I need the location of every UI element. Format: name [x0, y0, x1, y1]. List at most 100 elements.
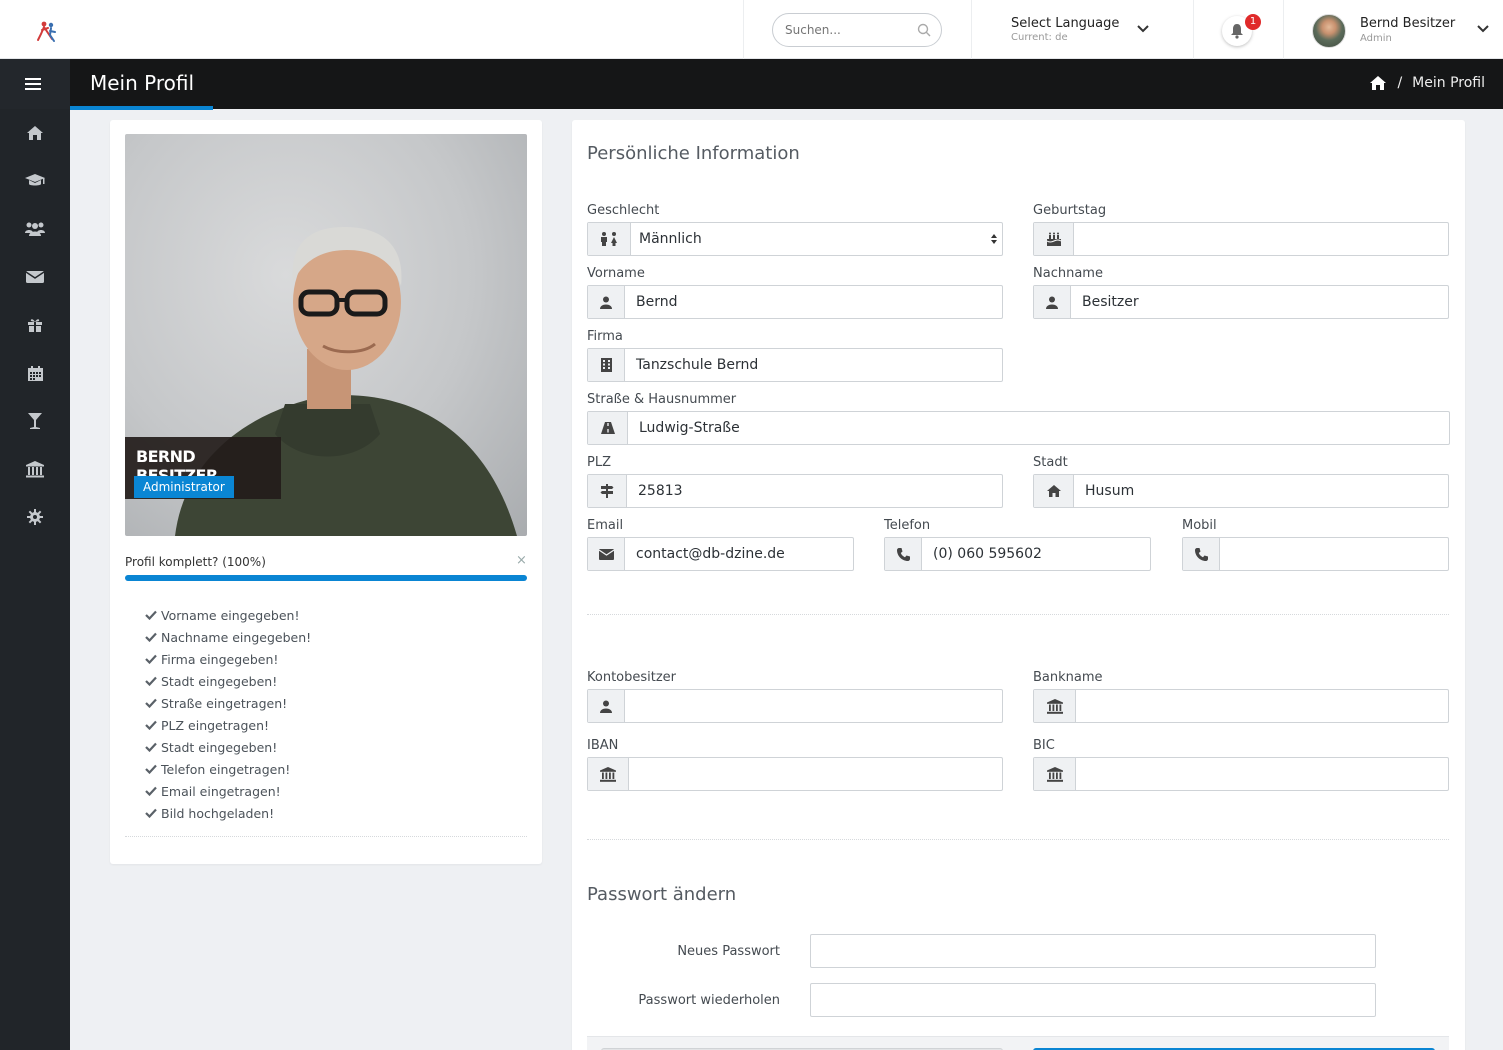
- lastname-label: Nachname: [1033, 266, 1103, 281]
- sidebar-item-members[interactable]: [0, 205, 70, 253]
- envelope-icon: [26, 271, 44, 283]
- divider: [1283, 0, 1284, 59]
- bic-input[interactable]: [1033, 757, 1449, 791]
- search-icon[interactable]: [917, 23, 931, 37]
- divider: [587, 614, 1449, 615]
- zip-label: PLZ: [587, 455, 611, 470]
- divider: [125, 836, 527, 837]
- repeat-password-input[interactable]: [810, 983, 1376, 1017]
- sidebar-item-gifts[interactable]: [0, 301, 70, 349]
- bankname-value: [1076, 690, 1448, 722]
- company-input[interactable]: Tanzschule Bernd: [587, 348, 1003, 382]
- phone-value: (0) 060 595602: [933, 546, 1042, 562]
- sidebar-item-courses[interactable]: [0, 157, 70, 205]
- breadcrumb-current: Mein Profil: [1412, 75, 1485, 91]
- section-title-password: Passwort ändern: [587, 884, 737, 905]
- account-owner-input[interactable]: [587, 689, 1003, 723]
- zip-input[interactable]: 25813: [587, 474, 1003, 508]
- divider: [971, 0, 972, 59]
- chevron-down-icon[interactable]: [1477, 25, 1489, 33]
- sidebar-item-finance[interactable]: [0, 445, 70, 493]
- street-value: Ludwig-Straße: [639, 420, 740, 436]
- city-input[interactable]: Husum: [1033, 474, 1449, 508]
- language-title: Select Language: [1011, 16, 1120, 31]
- check-icon: [145, 654, 157, 664]
- list-item: Vorname eingegeben!: [145, 604, 311, 626]
- list-item: Stadt eingegeben!: [145, 736, 311, 758]
- firstname-input[interactable]: Bernd: [587, 285, 1003, 319]
- birthday-input[interactable]: [1033, 222, 1449, 256]
- check-icon: [145, 632, 157, 642]
- sidebar-item-home[interactable]: [0, 109, 70, 157]
- bankname-input[interactable]: [1033, 689, 1449, 723]
- city-label: Stadt: [1033, 455, 1068, 470]
- street-input[interactable]: Ludwig-Straße: [587, 411, 1450, 445]
- list-item: Bild hochgeladen!: [145, 802, 311, 824]
- list-item: PLZ eingetragen!: [145, 714, 311, 736]
- title-underline: [70, 106, 213, 110]
- lastname-input[interactable]: Besitzer: [1033, 285, 1449, 319]
- bank-icon: [600, 766, 616, 782]
- close-icon[interactable]: ×: [516, 553, 527, 568]
- divider: [743, 0, 744, 59]
- iban-label: IBAN: [587, 738, 619, 753]
- phone-label: Telefon: [884, 518, 931, 533]
- email-label: Email: [587, 518, 624, 533]
- progress-label: Profil komplett? (100%): [125, 555, 266, 569]
- bank-icon: [1046, 698, 1063, 714]
- hamburger-icon: [25, 78, 41, 90]
- company-value: Tanzschule Bernd: [636, 357, 759, 373]
- email-input[interactable]: contact@db-dzine.de: [587, 537, 854, 571]
- sidebar-item-settings[interactable]: [0, 493, 70, 541]
- select-arrows-icon: [991, 234, 997, 244]
- gender-select[interactable]: Männlich: [587, 222, 1003, 256]
- home-icon[interactable]: [1369, 75, 1387, 91]
- phone-input[interactable]: (0) 060 595602: [884, 537, 1151, 571]
- new-password-input[interactable]: [810, 934, 1376, 968]
- lastname-value: Besitzer: [1082, 294, 1139, 310]
- profile-name-box: BERND BESITZER Administrator: [125, 437, 281, 499]
- profile-photo[interactable]: BERND BESITZER Administrator: [125, 134, 527, 536]
- section-title-personal: Persönliche Information: [587, 143, 800, 164]
- new-password-label: Neues Passwort: [677, 944, 780, 959]
- user-role: Admin: [1360, 33, 1392, 44]
- iban-value: [629, 758, 1002, 790]
- chevron-down-icon[interactable]: [1137, 25, 1149, 33]
- building-icon: [600, 358, 612, 372]
- dancer-logo-icon[interactable]: [34, 20, 60, 44]
- city-value: Husum: [1085, 483, 1135, 499]
- check-icon: [145, 676, 157, 686]
- avatar[interactable]: [1312, 14, 1346, 48]
- gift-icon: [28, 319, 42, 332]
- top-bar: Select Language Current: de 1 Bernd Besi…: [0, 0, 1503, 59]
- check-icon: [145, 720, 157, 730]
- user-icon: [1046, 296, 1058, 309]
- gender-value: Männlich: [639, 231, 702, 247]
- bank-icon: [1046, 766, 1063, 782]
- sidebar-item-messages[interactable]: [0, 253, 70, 301]
- graduation-cap-icon: [25, 174, 45, 186]
- zip-value: 25813: [638, 483, 683, 499]
- bic-label: BIC: [1033, 738, 1055, 753]
- check-icon: [145, 764, 157, 774]
- user-name[interactable]: Bernd Besitzer: [1360, 16, 1455, 31]
- check-icon: [145, 610, 157, 620]
- iban-input[interactable]: [587, 757, 1003, 791]
- signpost-icon: [600, 484, 614, 498]
- language-current: Current: de: [1011, 32, 1068, 43]
- account-owner-label: Kontobesitzer: [587, 670, 677, 685]
- phone-icon: [1194, 547, 1208, 561]
- bankname-label: Bankname: [1033, 670, 1103, 685]
- users-icon: [25, 222, 45, 236]
- mobile-input[interactable]: [1182, 537, 1449, 571]
- sidebar-item-events[interactable]: [0, 397, 70, 445]
- role-badge: Administrator: [134, 476, 234, 498]
- language-selector[interactable]: Select Language Current: de: [1011, 16, 1119, 43]
- menu-toggle-button[interactable]: [0, 59, 70, 109]
- progress-bar: [125, 575, 527, 581]
- progress-fill: [125, 575, 527, 581]
- birthday-label: Geburtstag: [1033, 203, 1107, 218]
- sidebar-item-calendar[interactable]: [0, 349, 70, 397]
- check-icon: [145, 808, 157, 818]
- page-header: Mein Profil / Mein Profil: [0, 59, 1503, 109]
